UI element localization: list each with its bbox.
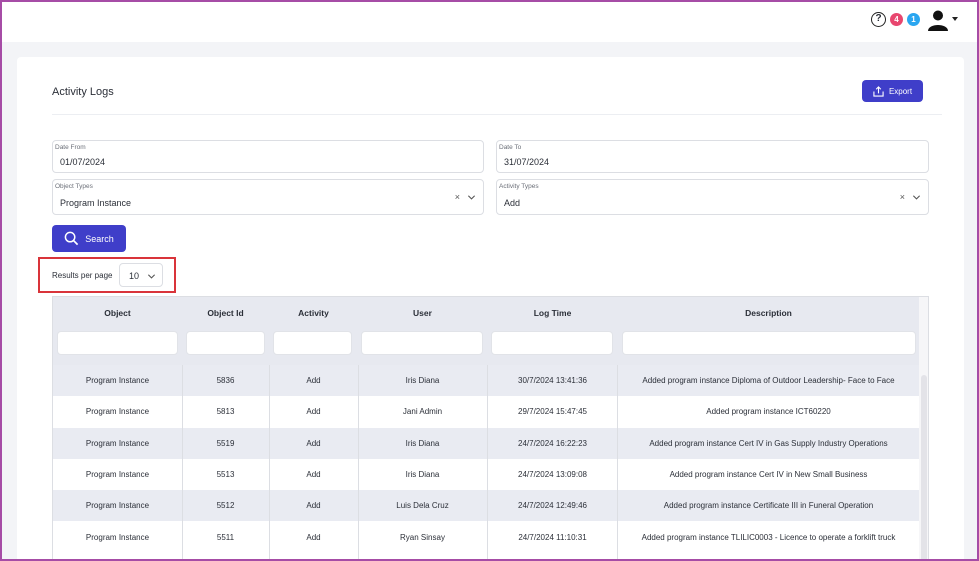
date-to-label: Date To: [499, 144, 522, 151]
results-per-page-value: 10: [129, 271, 140, 281]
cell-description: Added program instance ICT60220: [706, 407, 831, 417]
column-header-description[interactable]: Description: [618, 308, 919, 318]
cell-description: Added program instance TLILIC0003 - Lice…: [641, 532, 896, 542]
results-per-page-select[interactable]: 10: [119, 263, 163, 287]
column-header-object-id[interactable]: Object Id: [182, 308, 269, 318]
column-divider: [269, 365, 270, 561]
cell-user: Luis Dela Cruz: [396, 501, 449, 511]
search-button[interactable]: Search: [52, 225, 126, 252]
cell-log-time: 30/7/2024 13:41:36: [518, 376, 587, 385]
object-types-select[interactable]: Object Types Program Instance ×: [52, 179, 484, 215]
activity-logs-table: Object Object Id Activity User Log Time …: [52, 296, 929, 561]
cell-log-time: 24/7/2024 16:22:23: [518, 438, 587, 448]
cell-object: Program Instance: [85, 407, 150, 417]
cell-activity: Add: [306, 501, 321, 511]
date-from-label: Date From: [55, 144, 86, 151]
activity-types-select[interactable]: Activity Types Add ×: [496, 179, 929, 215]
column-header-activity[interactable]: Activity: [269, 308, 358, 318]
cell-object-id: 5813: [216, 407, 235, 417]
cell-activity: Add: [306, 532, 321, 542]
column-header-user[interactable]: User: [358, 308, 487, 318]
cell-description: Added program instance Certificate III i…: [663, 501, 874, 511]
object-types-label: Object Types: [55, 183, 93, 190]
cell-object-id: 5513: [216, 469, 235, 479]
object-filter-input[interactable]: [57, 331, 178, 355]
activity-filter-input[interactable]: [273, 331, 352, 355]
results-per-page-label: Results per page: [52, 271, 113, 280]
column-header-log-time[interactable]: Log Time: [487, 308, 618, 318]
top-bar: ? 4 1: [0, 0, 979, 42]
cell-activity: Add: [306, 438, 321, 448]
column-divider: [617, 365, 618, 561]
cell-description: Added program instance Cert IV in New Sm…: [669, 469, 868, 479]
cell-object: Program Instance: [85, 469, 150, 479]
date-to-value: 31/07/2024: [504, 157, 550, 167]
cell-user: Ryan Sinsay: [400, 532, 445, 542]
column-divider: [182, 365, 183, 561]
activity-types-label: Activity Types: [499, 183, 539, 190]
user-avatar-icon[interactable]: [927, 9, 949, 31]
user-filter-input[interactable]: [361, 331, 483, 355]
cell-user: Jani Admin: [402, 407, 443, 417]
search-icon: [64, 231, 79, 246]
cell-object-id: 5511: [216, 532, 235, 542]
cell-user: Iris Diana: [405, 469, 440, 479]
cell-object-id: 5519: [216, 438, 235, 448]
cell-activity: Add: [306, 407, 321, 417]
column-divider: [487, 365, 488, 561]
table-header: Object Object Id Activity User Log Time …: [53, 297, 919, 365]
page-title: Activity Logs: [52, 86, 114, 98]
cell-description: Added program instance Cert IV in Gas Su…: [649, 438, 888, 448]
user-menu-caret-icon[interactable]: [952, 17, 958, 21]
date-from-field[interactable]: Date From 01/07/2024: [52, 140, 484, 173]
cell-log-time: 24/7/2024 12:49:46: [518, 501, 587, 511]
cell-log-time: 24/7/2024 13:09:08: [518, 469, 587, 479]
log-time-filter-input[interactable]: [491, 331, 613, 355]
messages-badge[interactable]: 1: [907, 13, 920, 26]
notifications-badge[interactable]: 4: [890, 13, 903, 26]
export-label: Export: [888, 86, 913, 96]
cell-activity: Add: [306, 469, 321, 479]
column-divider: [358, 365, 359, 561]
export-icon: [873, 85, 884, 97]
cell-log-time: 24/7/2024 11:10:31: [518, 532, 587, 542]
activity-logs-card: Activity Logs Export Date From 01/07/202…: [17, 57, 964, 561]
export-button[interactable]: Export: [862, 80, 923, 102]
search-label: Search: [85, 233, 114, 244]
object-id-filter-input[interactable]: [186, 331, 265, 355]
cell-object: Program Instance: [85, 438, 150, 448]
cell-log-time: 29/7/2024 15:47:45: [518, 407, 587, 417]
activity-types-value: Add: [504, 198, 521, 208]
date-to-field[interactable]: Date To 31/07/2024: [496, 140, 929, 173]
cell-object: Program Instance: [85, 501, 150, 511]
date-from-value: 01/07/2024: [60, 157, 106, 167]
object-types-value: Program Instance: [60, 198, 132, 208]
table-scrollbar-thumb[interactable]: [921, 375, 927, 561]
chevron-down-icon[interactable]: [912, 193, 921, 202]
description-filter-input[interactable]: [622, 331, 916, 355]
cell-user: Iris Diana: [405, 438, 440, 448]
chevron-down-icon[interactable]: [467, 193, 476, 202]
cell-object: Program Instance: [85, 532, 150, 542]
cell-object-id: 5836: [216, 376, 235, 385]
title-divider: [52, 114, 942, 115]
chevron-down-icon: [147, 274, 156, 279]
cell-object-id: 5512: [216, 501, 235, 511]
object-types-clear-icon[interactable]: ×: [455, 192, 460, 202]
cell-user: Iris Diana: [405, 376, 440, 385]
cell-object: Program Instance: [85, 376, 150, 385]
cell-activity: Add: [306, 376, 321, 385]
activity-types-clear-icon[interactable]: ×: [900, 192, 905, 202]
cell-description: Added program instance Diploma of Outdoo…: [642, 376, 895, 385]
help-icon[interactable]: ?: [871, 12, 886, 27]
column-header-object[interactable]: Object: [53, 308, 182, 318]
